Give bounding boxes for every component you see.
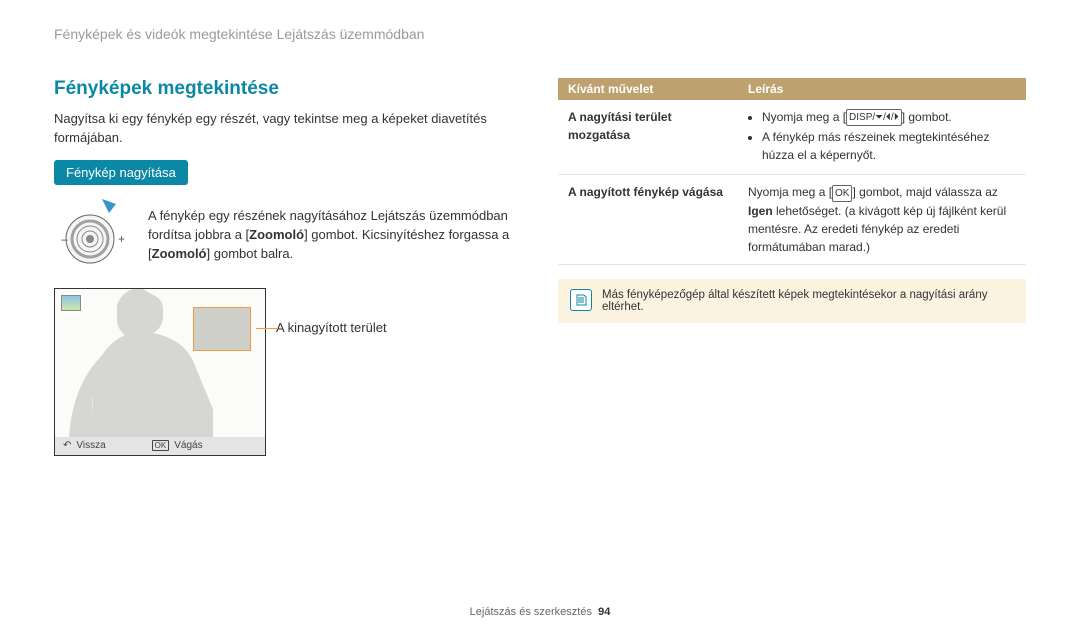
table-row: A nagyítási terület mozgatása Nyomja meg… xyxy=(558,100,1026,175)
table-row: A nagyított fénykép vágása Nyomja meg a … xyxy=(558,175,1026,264)
subsection-pill: Fénykép nagyítása xyxy=(54,160,188,185)
zoom-dial-illustration: – + xyxy=(54,197,136,274)
preview-status-bar: ↶ Vissza OK Vágás xyxy=(55,437,265,455)
ok-button-icon: OK xyxy=(832,185,852,202)
row-desc: Nyomja meg a [DISP/⏷/⏴/⏵] gombot. A fény… xyxy=(738,100,1026,175)
page-header: Fényképek és videók megtekintése Lejátsz… xyxy=(54,26,1026,42)
page-footer: Lejátszás és szerkesztés 94 xyxy=(0,606,1080,618)
crop-rectangle xyxy=(193,307,251,351)
row-action: A nagyított fénykép vágása xyxy=(558,175,738,264)
row-desc: Nyomja meg a [OK] gombot, majd válassza … xyxy=(738,175,1026,264)
operations-table: Kívánt művelet Leírás A nagyítási terüle… xyxy=(558,78,1026,265)
thumbnail-icon xyxy=(61,295,81,311)
back-icon: ↶ xyxy=(63,440,71,451)
svg-text:+: + xyxy=(118,232,125,246)
direction-buttons-icon: DISP/⏷/⏴/⏵ xyxy=(846,109,902,126)
back-label: Vissza xyxy=(76,440,105,451)
table-header-action: Kívánt művelet xyxy=(558,78,738,100)
enlarged-preview-screen: ↶ Vissza OK Vágás xyxy=(54,288,266,456)
svg-text:–: – xyxy=(61,232,68,246)
table-header-desc: Leírás xyxy=(738,78,1026,100)
note-box: Más fényképezőgép által készített képek … xyxy=(558,279,1026,323)
ok-icon: OK xyxy=(152,440,170,451)
crop-callout: A kinagyított terület xyxy=(276,320,387,335)
left-column: Fényképek megtekintése Nagyítsa ki egy f… xyxy=(54,78,522,456)
intro-text: Nagyítsa ki egy fénykép egy részét, vagy… xyxy=(54,110,522,148)
note-text: Más fényképezőgép által készített képek … xyxy=(602,289,1014,313)
crop-status-label: Vágás xyxy=(174,440,202,451)
right-column: Kívánt művelet Leírás A nagyítási terüle… xyxy=(558,78,1026,456)
row-action: A nagyítási terület mozgatása xyxy=(558,100,738,175)
note-icon xyxy=(570,289,592,311)
zoom-description: A fénykép egy részének nagyításához Lejá… xyxy=(148,207,522,264)
section-title: Fényképek megtekintése xyxy=(54,78,522,100)
